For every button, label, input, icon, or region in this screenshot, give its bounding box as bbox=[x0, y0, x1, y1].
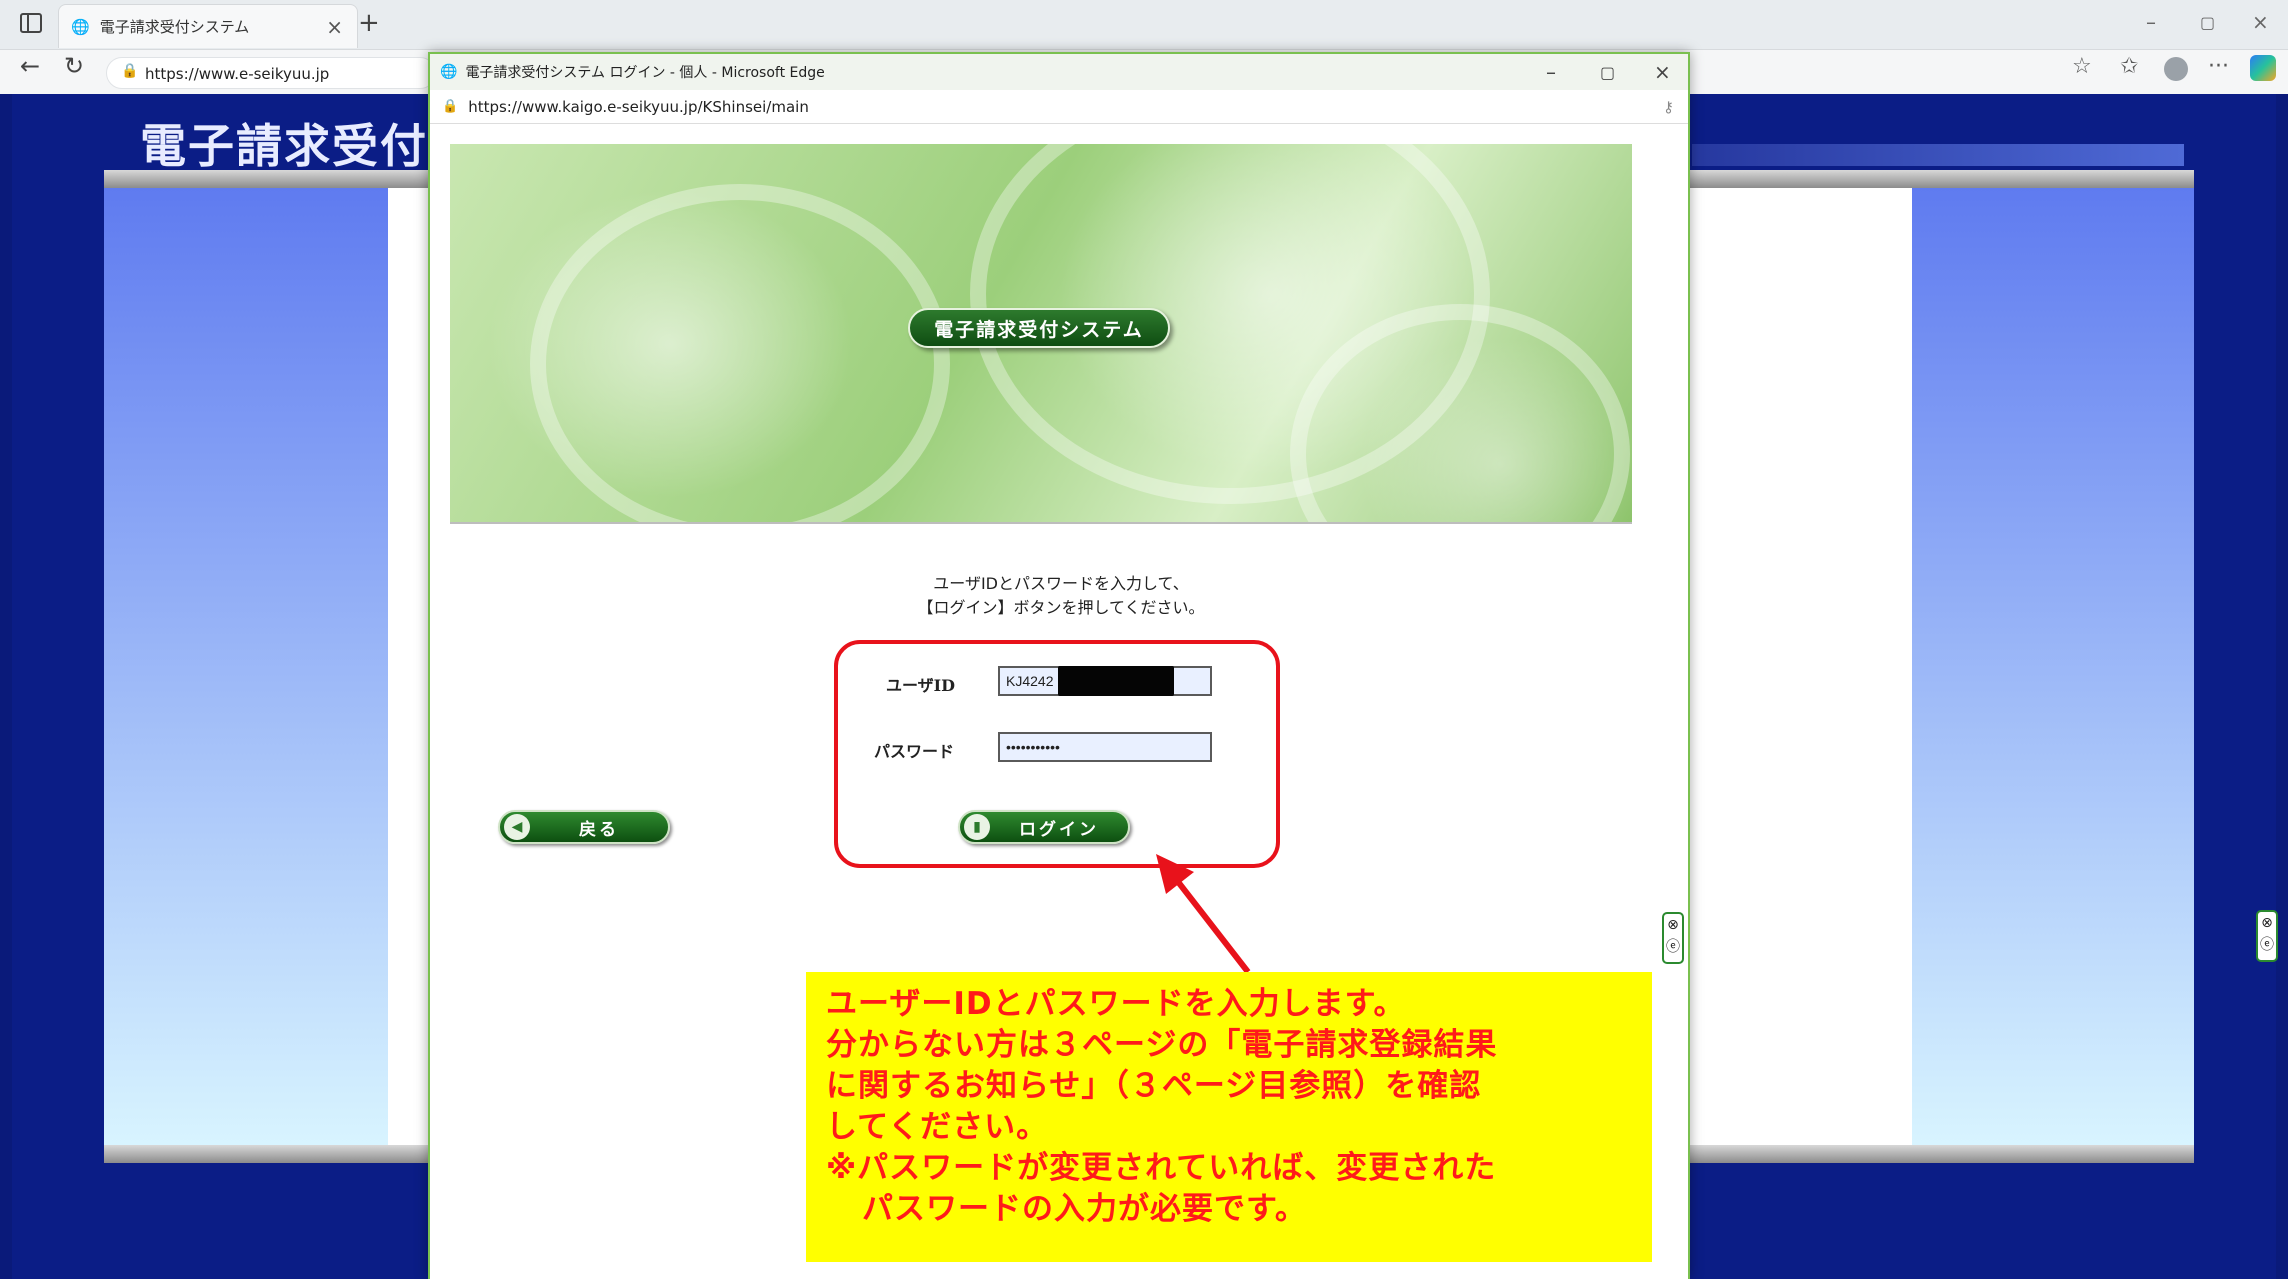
edge-icon[interactable]: ⓔ bbox=[1666, 939, 1680, 955]
system-name-badge: 電子請求受付システム bbox=[908, 308, 1170, 348]
page-info-icon[interactable]: 🔒 bbox=[442, 99, 458, 114]
copilot-icon[interactable] bbox=[2250, 55, 2276, 81]
back-button[interactable]: ◀ 戻る bbox=[498, 810, 670, 844]
annotation-note: ユーザーIDとパスワードを入力します。 分からない方は３ページの「電子請求登録結… bbox=[806, 972, 1652, 1262]
popup-maximize-button[interactable]: ▢ bbox=[1600, 63, 1615, 82]
annotation-line: ユーザーIDとパスワードを入力します。 bbox=[826, 986, 1406, 1022]
more-menu-icon[interactable]: ··· bbox=[2208, 54, 2229, 79]
callout-arrow bbox=[1156, 854, 1251, 974]
annotation-line: 分からない方は３ページの「電子請求登録結果 bbox=[826, 1027, 1498, 1063]
background-page-title: 電子請求受付シ bbox=[140, 119, 476, 173]
tab-bar: 🌐 電子請求受付システム × + – ▢ × bbox=[0, 0, 2288, 50]
popup-minimize-button[interactable]: – bbox=[1546, 60, 1556, 84]
url-text: https://www.e-seikyuu.jp bbox=[145, 65, 330, 83]
favorite-star-icon[interactable]: ☆ bbox=[2072, 54, 2092, 79]
tab-title: 電子請求受付システム bbox=[99, 18, 250, 36]
maximize-button[interactable]: ▢ bbox=[2200, 13, 2215, 32]
page-info-icon[interactable]: 🔒 bbox=[121, 63, 138, 79]
annotation-line: に関するお知らせ」（３ページ目参照）を確認 bbox=[826, 1068, 1482, 1104]
background-left-panel bbox=[104, 188, 388, 1145]
close-window-button[interactable]: × bbox=[2252, 10, 2269, 34]
popup-window-title: 電子請求受付システム ログイン - 個人 - Microsoft Edge bbox=[465, 65, 825, 81]
popup-title-bar: 🌐 電子請求受付システム ログイン - 個人 - Microsoft Edge … bbox=[430, 54, 1688, 90]
login-button-label: ログイン bbox=[1019, 819, 1099, 840]
instruction-line-1: ユーザIDとパスワードを入力して、 bbox=[933, 574, 1189, 593]
redaction-box bbox=[1058, 666, 1174, 696]
background-header-bar bbox=[1692, 144, 2184, 166]
back-arrow-icon: ◀ bbox=[504, 814, 530, 840]
annotation-line: してください。 bbox=[826, 1109, 1049, 1145]
popup-url-bar: 🔒 https://www.kaigo.e-seikyuu.jp/KShinse… bbox=[430, 90, 1688, 124]
instruction-line-2: 【ログイン】ボタンを押してください。 bbox=[917, 598, 1205, 617]
popup-close-button[interactable]: × bbox=[1654, 60, 1671, 84]
url-field[interactable]: 🔒 https://www.e-seikyuu.jp bbox=[106, 57, 436, 89]
profile-avatar[interactable] bbox=[2164, 57, 2188, 81]
decorative-ring bbox=[530, 184, 950, 522]
tab-close-icon[interactable]: × bbox=[326, 15, 343, 39]
back-arrow-icon[interactable]: ← bbox=[20, 52, 40, 80]
globe-icon: 🌐 bbox=[440, 64, 458, 80]
minimize-button[interactable]: – bbox=[2146, 10, 2156, 34]
back-button-label: 戻る bbox=[579, 819, 619, 840]
password-input[interactable] bbox=[998, 732, 1212, 762]
refresh-icon[interactable]: ↻ bbox=[64, 52, 84, 80]
favorites-icon[interactable]: ✩ bbox=[2120, 54, 2138, 79]
side-extension-badge[interactable]: ⊗ ⓔ bbox=[2256, 910, 2278, 962]
key-icon[interactable]: ⚷ bbox=[1663, 98, 1674, 116]
edge-icon[interactable]: ⓔ bbox=[2260, 937, 2274, 953]
login-button[interactable]: ▮ ログイン bbox=[958, 810, 1130, 844]
close-circle-icon[interactable]: ⊗ bbox=[1667, 917, 1679, 933]
annotation-line: パスワードの入力が必要です。 bbox=[862, 1191, 1307, 1227]
close-circle-icon[interactable]: ⊗ bbox=[2261, 915, 2273, 931]
new-tab-button[interactable]: + bbox=[358, 8, 380, 38]
popup-extension-badge[interactable]: ⊗ ⓔ bbox=[1662, 912, 1684, 964]
annotation-line: ※パスワードが変更されていれば、変更された bbox=[826, 1150, 1497, 1186]
password-label: パスワード bbox=[874, 742, 955, 761]
login-instructions: ユーザIDとパスワードを入力して、 【ログイン】ボタンを押してください。 bbox=[430, 572, 1692, 620]
sidebar-toggle-icon[interactable] bbox=[20, 13, 42, 33]
userid-label: ユーザID bbox=[886, 676, 956, 695]
globe-icon: 🌐 bbox=[71, 17, 90, 36]
background-right-panel bbox=[1912, 188, 2194, 1145]
popup-url-text: https://www.kaigo.e-seikyuu.jp/KShinsei/… bbox=[468, 97, 809, 116]
door-icon: ▮ bbox=[964, 814, 990, 840]
browser-tab[interactable]: 🌐 電子請求受付システム × bbox=[58, 4, 358, 48]
hero-banner: 電子請求受付システム bbox=[450, 144, 1632, 524]
